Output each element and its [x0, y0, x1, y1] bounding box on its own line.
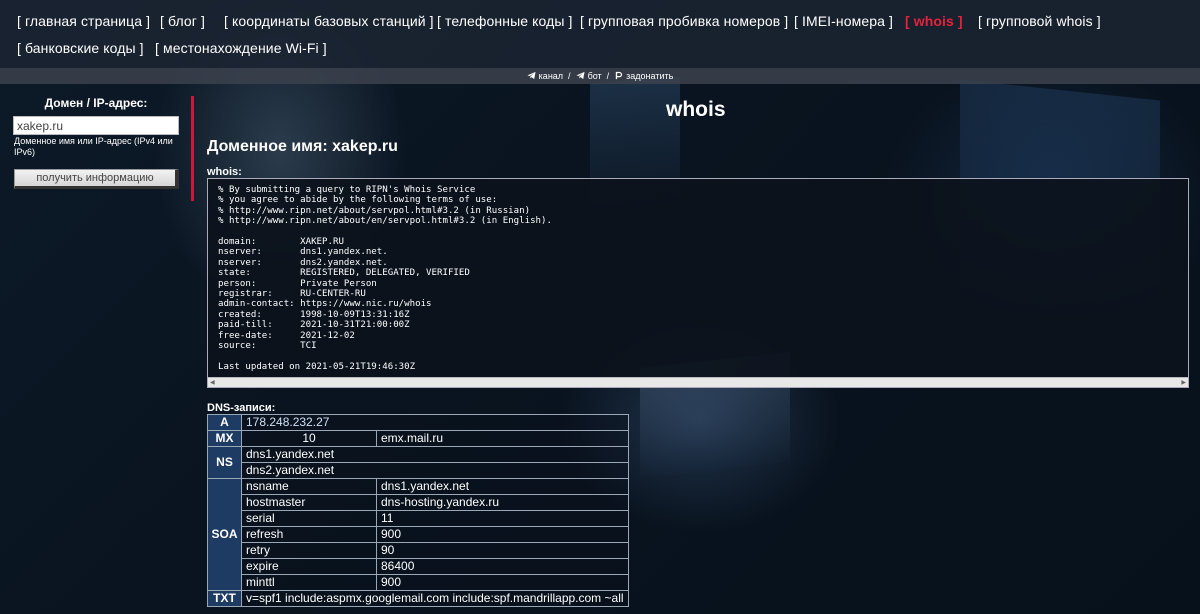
soa-field-name: serial	[241, 510, 377, 527]
nav-item-imei[interactable]: [ IMEI-номера ]	[794, 13, 893, 29]
donate-icon	[615, 71, 623, 80]
whois-label: whois:	[207, 166, 242, 178]
top-navigation: [ главная страница ] [ блог ] [ координа…	[0, 0, 1200, 68]
table-row: expire 86400	[208, 558, 629, 575]
domain-input[interactable]	[13, 116, 179, 135]
nav-item-group-lookup[interactable]: [ групповая пробивка номеров ]	[580, 13, 788, 29]
ns-value: dns1.yandex.net	[241, 446, 629, 463]
soa-field-value: 900	[376, 526, 629, 543]
nav-item-bank-codes[interactable]: [ банковские коды ]	[17, 40, 144, 56]
soa-field-name: nsname	[241, 478, 377, 495]
soa-field-value: 11	[376, 510, 629, 527]
soa-field-name: refresh	[241, 526, 377, 543]
record-type-mx: MX	[207, 430, 242, 447]
donate-link[interactable]: задонатить	[626, 71, 673, 81]
horizontal-scrollbar[interactable]: ◀ ▶	[208, 377, 1188, 387]
table-row: SOA nsname dns1.yandex.net	[207, 478, 629, 591]
mx-host: emx.mail.ru	[376, 430, 629, 447]
sidebar-divider	[191, 96, 194, 201]
telegram-icon	[576, 71, 585, 80]
table-row: serial 11	[208, 510, 629, 527]
dns-label: DNS-записи:	[207, 402, 276, 414]
txt-value: v=spf1 include:aspmx.googlemail.com incl…	[241, 590, 629, 607]
table-row: hostmaster dns-hosting.yandex.ru	[208, 494, 629, 511]
soa-field-name: hostmaster	[241, 494, 377, 511]
table-row: minttl 900	[208, 574, 629, 591]
soa-field-value: dns-hosting.yandex.ru	[376, 494, 629, 511]
nav-item-whois[interactable]: [ whois ]	[905, 13, 963, 29]
table-row: dns2.yandex.net	[208, 462, 629, 479]
soa-field-value: 900	[376, 574, 629, 591]
channel-link[interactable]: канал	[539, 71, 563, 81]
record-type-ns: NS	[207, 446, 242, 479]
soa-field-value: 90	[376, 542, 629, 559]
table-row: NS dns1.yandex.net	[207, 446, 629, 479]
table-row: refresh 900	[208, 526, 629, 543]
record-type-a: A	[207, 414, 242, 431]
record-type-txt: TXT	[207, 590, 242, 607]
ns-value: dns2.yandex.net	[241, 462, 629, 479]
telegram-icon	[527, 71, 536, 80]
sub-navigation: канал / бот / задонатить	[0, 68, 1200, 84]
scroll-left-icon[interactable]: ◀	[210, 379, 215, 386]
mx-priority: 10	[241, 430, 377, 447]
nav-item-group-whois[interactable]: [ групповой whois ]	[978, 13, 1101, 29]
sidebar-title: Домен / IP-адрес:	[44, 96, 148, 110]
nav-item-base-stations[interactable]: [ координаты базовых станций ]	[224, 13, 434, 29]
nav-item-wifi-location[interactable]: [ местонахождение Wi-Fi ]	[155, 40, 327, 56]
dns-records-table: A 178.248.232.27 MX 10 emx.mail.ru NS dn…	[207, 414, 629, 607]
domain-input-hint: Доменное имя или IP-адрес (IPv4 или IPv6…	[14, 136, 173, 157]
nav-item-blog[interactable]: [ блог ]	[160, 13, 205, 29]
table-row: A 178.248.232.27	[207, 414, 629, 431]
table-row: retry 90	[208, 542, 629, 559]
domain-heading: Доменное имя: xakep.ru	[207, 138, 398, 155]
whois-output[interactable]: % By submitting a query to RIPN's Whois …	[207, 178, 1189, 388]
soa-field-name: retry	[241, 542, 377, 559]
soa-field-value: dns1.yandex.net	[376, 478, 629, 495]
whois-text: % By submitting a query to RIPN's Whois …	[218, 185, 552, 372]
soa-field-name: expire	[241, 558, 377, 575]
scroll-right-icon[interactable]: ▶	[1181, 379, 1186, 386]
nav-item-home[interactable]: [ главная страница ]	[17, 13, 150, 29]
table-row: MX 10 emx.mail.ru	[207, 430, 629, 447]
separator: /	[606, 71, 610, 81]
page-title: whois	[666, 98, 726, 121]
nav-item-phone-codes[interactable]: [ телефонные коды ]	[437, 13, 573, 29]
record-type-soa: SOA	[207, 478, 242, 591]
sidebar: Домен / IP-адрес:	[0, 84, 192, 614]
table-row: TXT v=spf1 include:aspmx.googlemail.com …	[207, 590, 629, 607]
soa-field-name: minttl	[241, 574, 377, 591]
bot-link[interactable]: бот	[588, 71, 602, 81]
soa-field-value: 86400	[376, 558, 629, 575]
get-info-button[interactable]: получить информацию	[14, 169, 179, 189]
separator: /	[568, 71, 571, 81]
a-record-value: 178.248.232.27	[241, 414, 629, 431]
